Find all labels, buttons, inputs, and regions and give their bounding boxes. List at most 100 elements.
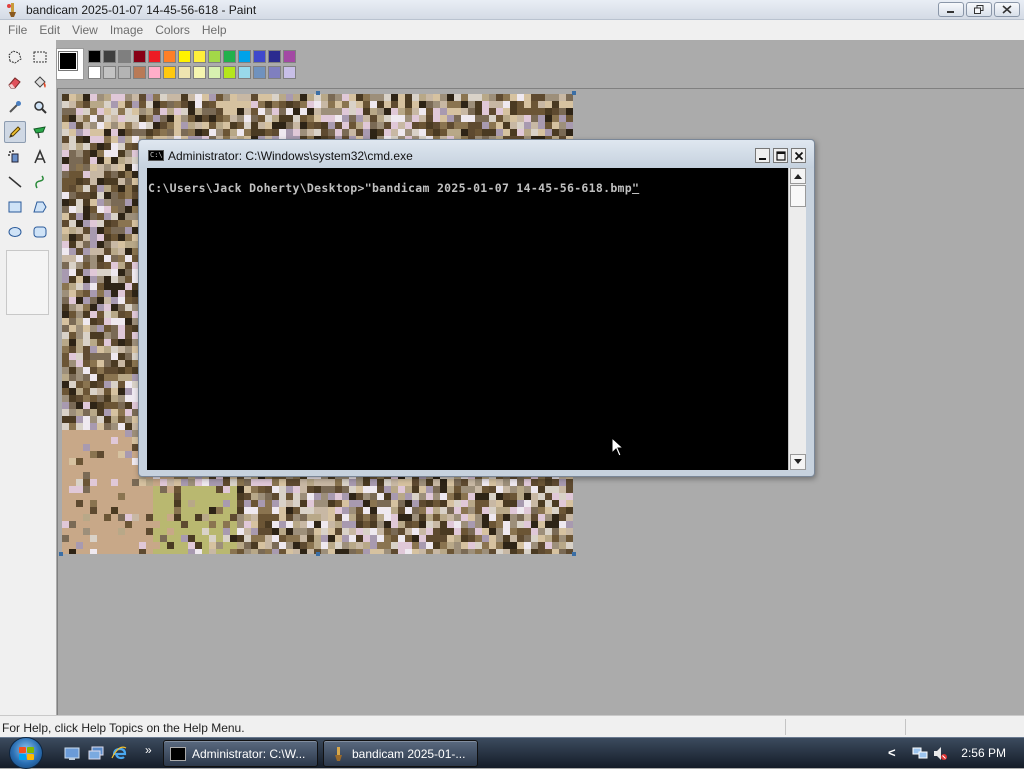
text-cursor: " [632,181,640,195]
free-form-select-tool[interactable] [4,46,26,68]
color-swatch[interactable] [193,50,206,63]
color-swatch[interactable] [178,50,191,63]
paint-title-bar[interactable]: bandicam 2025-01-07 14-45-56-618 - Paint [0,0,1024,20]
cmd-window[interactable]: C:\ Administrator: C:\Windows\system32\c… [138,139,815,477]
brush-tool[interactable] [29,121,51,143]
show-desktop-icon[interactable] [64,746,80,761]
status-separator [905,719,906,735]
brush-icon [33,126,46,139]
tool-options-box[interactable] [6,250,49,315]
color-swatch[interactable] [163,66,176,79]
minimize-button[interactable] [938,2,964,17]
menu-bar: File Edit View Image Colors Help [0,20,1024,40]
scroll-up-button[interactable] [790,168,806,184]
resize-handle-top-right[interactable] [572,91,576,95]
menu-help[interactable]: Help [196,23,233,37]
taskbar-clock[interactable]: 2:56 PM [961,746,1006,760]
color-swatch[interactable] [193,66,206,79]
scrollbar-thumb[interactable] [790,185,806,207]
line-icon [8,176,22,188]
cmd-title-bar[interactable]: C:\ Administrator: C:\Windows\system32\c… [139,140,814,168]
resize-handle-bottom[interactable] [316,552,320,556]
paint-bucket-icon [34,76,46,88]
rectangle-select-tool[interactable] [29,46,51,68]
rounded-rectangle-tool[interactable] [29,221,51,243]
taskbar: » Administrator: C:\W... bandicam 2025-0… [0,737,1024,769]
color-swatch[interactable] [253,50,266,63]
toolbox [0,40,56,715]
cmd-scrollbar[interactable] [788,168,806,470]
color-swatch[interactable] [283,50,296,63]
mouse-pointer-icon [611,437,625,457]
polygon-tool[interactable] [29,196,51,218]
resize-handle-bottom-right[interactable] [572,552,576,556]
color-swatch[interactable] [253,66,266,79]
color-swatch[interactable] [208,66,221,79]
color-swatch[interactable] [148,66,161,79]
network-icon[interactable] [912,746,928,761]
line-tool[interactable] [4,171,26,193]
menu-file[interactable]: File [2,23,33,37]
magnifier-tool[interactable] [29,96,51,118]
resize-handle-bottom-left[interactable] [59,552,63,556]
rectangle-tool[interactable] [4,196,26,218]
color-swatch[interactable] [223,50,236,63]
show-hidden-icons-button[interactable]: < [888,745,896,760]
internet-explorer-icon[interactable] [111,746,127,761]
color-swatch[interactable] [133,66,146,79]
polygon-icon [33,201,47,213]
text-tool[interactable] [29,146,51,168]
menu-edit[interactable]: Edit [33,23,66,37]
color-swatch[interactable] [268,66,281,79]
color-swatch[interactable] [208,50,221,63]
color-swatch[interactable] [238,66,251,79]
volume-muted-icon[interactable] [932,746,948,761]
quick-launch-overflow[interactable]: » [145,743,152,757]
start-button[interactable] [9,737,43,769]
color-swatch[interactable] [238,50,251,63]
color-swatch[interactable] [88,66,101,79]
taskbar-item-paint[interactable]: bandicam 2025-01-... [323,740,478,767]
color-swatch[interactable] [133,50,146,63]
airbrush-tool[interactable] [4,146,26,168]
color-swatch[interactable] [88,50,101,63]
eraser-tool[interactable] [4,71,26,93]
color-swatch[interactable] [223,66,236,79]
menu-colors[interactable]: Colors [149,23,196,37]
color-swatch[interactable] [163,50,176,63]
color-swatch[interactable] [118,66,131,79]
text-icon [34,149,46,164]
cmd-maximize-button[interactable] [773,148,788,163]
cmd-window-title: Administrator: C:\Windows\system32\cmd.e… [168,149,413,163]
scroll-down-button[interactable] [790,454,806,470]
color-swatch[interactable] [283,66,296,79]
color-swatch[interactable] [103,50,116,63]
resize-handle-top[interactable] [316,91,320,95]
curve-tool[interactable] [29,171,51,193]
menu-image[interactable]: Image [104,23,149,37]
pencil-tool[interactable] [4,121,26,143]
color-picker-tool[interactable] [4,96,26,118]
menu-view[interactable]: View [66,23,104,37]
fill-tool[interactable] [29,71,51,93]
color-swatch[interactable] [148,50,161,63]
color-swatch[interactable] [103,66,116,79]
cmd-close-button[interactable] [791,148,806,163]
console-output[interactable]: C:\Users\Jack Doherty\Desktop>"bandicam … [147,168,789,470]
foreground-color[interactable] [58,51,78,71]
airbrush-icon [8,150,19,163]
color-swatch[interactable] [178,66,191,79]
color-swatch[interactable] [268,50,281,63]
paint-icon [335,746,342,761]
console-prompt: C:\Users\Jack Doherty\Desktop> [148,181,365,195]
close-button[interactable] [994,2,1020,17]
cmd-minimize-button[interactable] [755,148,770,163]
color-swatch[interactable] [118,50,131,63]
taskbar-item-label: Administrator: C:\W... [192,746,306,761]
rectangle-icon [8,201,22,213]
switch-windows-icon[interactable] [88,746,104,761]
ellipse-tool[interactable] [4,221,26,243]
taskbar-item-cmd[interactable]: Administrator: C:\W... [163,740,318,767]
restore-button[interactable] [966,2,992,17]
current-colors[interactable] [56,48,84,80]
